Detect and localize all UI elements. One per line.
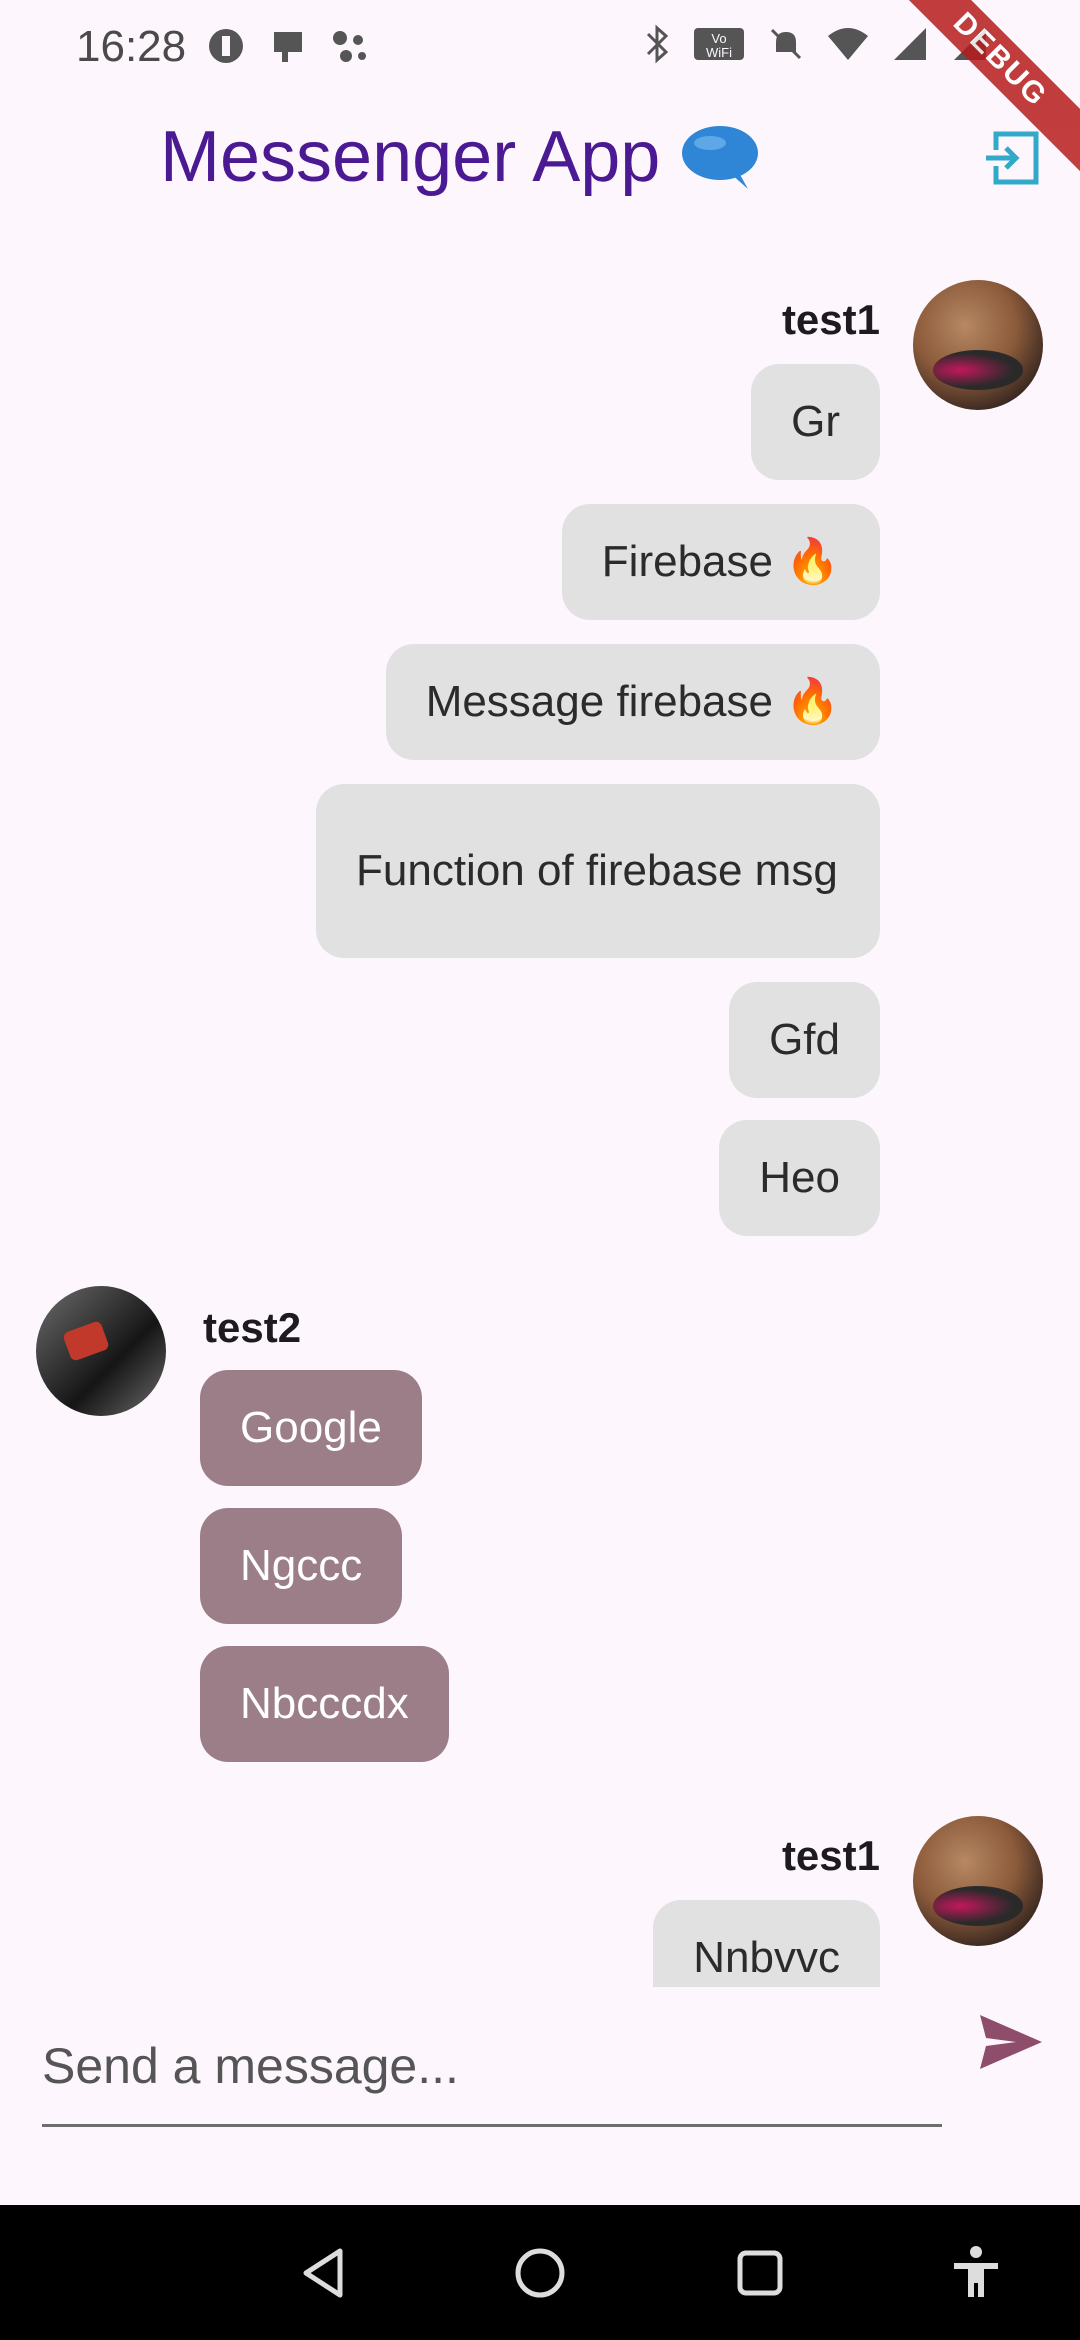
message-bubble[interactable]: Ngccc bbox=[200, 1508, 403, 1624]
page-title: Messenger App bbox=[160, 116, 762, 198]
message-bubble[interactable]: Message firebase 🔥 bbox=[385, 644, 880, 760]
back-icon[interactable] bbox=[294, 2243, 354, 2303]
sender-name: test1 bbox=[781, 296, 880, 343]
send-button[interactable] bbox=[976, 2007, 1046, 2077]
mute-icon bbox=[770, 28, 802, 60]
message-composer bbox=[0, 1987, 1080, 2205]
message-bubble[interactable]: Gr bbox=[751, 364, 880, 480]
status-time: 16:28 bbox=[76, 22, 187, 71]
sender-name: test2 bbox=[203, 1304, 302, 1351]
status-bar: 16:28 Vo WiFi bbox=[0, 0, 1080, 96]
message-bubble[interactable]: Heo bbox=[719, 1120, 880, 1236]
bluetooth-icon bbox=[646, 24, 669, 64]
system-nav-bar bbox=[0, 2205, 1080, 2340]
avatar bbox=[36, 1286, 166, 1416]
device-icon bbox=[274, 32, 302, 62]
svg-text:WiFi: WiFi bbox=[706, 45, 732, 60]
home-icon[interactable] bbox=[510, 2243, 570, 2303]
chat-list[interactable]: test1 Gr Firebase 🔥 Message firebase 🔥 F… bbox=[0, 232, 1080, 1987]
wifi-icon bbox=[828, 28, 868, 60]
speech-bubble-icon bbox=[682, 126, 759, 189]
message-bubble[interactable]: Firebase 🔥 bbox=[561, 504, 880, 620]
svg-text:Vo: Vo bbox=[711, 31, 726, 46]
app-bar: Messenger App bbox=[0, 96, 1080, 232]
message-bubble[interactable]: Function of firebase msg bbox=[316, 784, 880, 958]
logout-button[interactable] bbox=[982, 128, 1042, 188]
message-bubble[interactable]: Nbcccdx bbox=[200, 1646, 449, 1762]
avatar bbox=[913, 280, 1043, 410]
app-title-text: Messenger App bbox=[160, 117, 661, 197]
message-bubble[interactable]: Google bbox=[200, 1370, 422, 1486]
vowifi-icon: Vo WiFi bbox=[694, 28, 744, 60]
signal-icon bbox=[894, 28, 926, 60]
message-bubble[interactable]: Gfd bbox=[729, 982, 880, 1098]
message-input[interactable] bbox=[42, 2007, 942, 2127]
avatar bbox=[913, 1816, 1043, 1946]
message-bubble[interactable]: Nnbvvc bbox=[653, 1900, 880, 1987]
assistant-icon bbox=[333, 31, 366, 62]
accessibility-icon[interactable] bbox=[946, 2243, 1006, 2303]
app-notification-icon bbox=[209, 29, 243, 63]
sender-name: test1 bbox=[781, 1832, 880, 1879]
recents-icon[interactable] bbox=[730, 2243, 790, 2303]
